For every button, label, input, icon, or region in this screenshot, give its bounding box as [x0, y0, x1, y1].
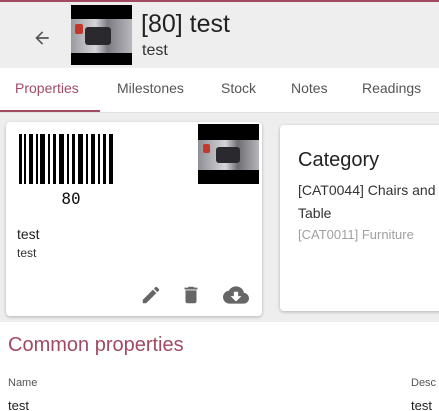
- app-bar: [80] test test: [0, 0, 439, 68]
- category-card: Category [CAT0044] Chairs and Table [CAT…: [280, 125, 439, 311]
- edit-icon: [142, 286, 160, 304]
- cloud-download-icon: [223, 286, 249, 304]
- item-thumbnail[interactable]: [71, 5, 132, 65]
- common-properties-section: Common properties Name test Desc test: [0, 322, 439, 411]
- column-value-name: test: [8, 398, 29, 411]
- item-card: 80 test test: [6, 122, 262, 316]
- column-label-desc: Desc: [411, 377, 437, 389]
- tab-properties[interactable]: Properties: [15, 68, 79, 113]
- column-value-desc: test: [411, 398, 432, 411]
- back-button[interactable]: [26, 22, 58, 54]
- section-title: Common properties: [8, 334, 184, 356]
- page-subtitle: test: [142, 42, 168, 59]
- page-title: [80] test: [141, 10, 230, 38]
- tab-bar: Properties Milestones Stock Notes Readin…: [0, 68, 439, 113]
- edit-button[interactable]: [138, 282, 164, 308]
- category-heading: Category: [298, 149, 380, 171]
- item-description: test: [17, 246, 37, 260]
- tab-readings[interactable]: Readings: [362, 68, 421, 113]
- category-parent[interactable]: [CAT0011] Furniture: [298, 227, 414, 242]
- column-label-name: Name: [8, 377, 38, 389]
- category-value[interactable]: [CAT0044] Chairs and Table: [298, 179, 439, 225]
- delete-button[interactable]: [178, 282, 204, 308]
- download-button[interactable]: [223, 282, 249, 308]
- delete-icon: [184, 286, 198, 304]
- tab-stock[interactable]: Stock: [221, 68, 256, 113]
- active-tab-indicator: [0, 110, 100, 112]
- tab-milestones[interactable]: Milestones: [117, 68, 184, 113]
- item-photo[interactable]: [198, 124, 259, 184]
- barcode-number: 80: [61, 189, 81, 208]
- item-name: test: [17, 226, 40, 242]
- card-actions: [136, 282, 256, 308]
- barcode-image: [19, 134, 113, 184]
- arrow-back-icon: [35, 31, 49, 45]
- tab-notes[interactable]: Notes: [291, 68, 328, 113]
